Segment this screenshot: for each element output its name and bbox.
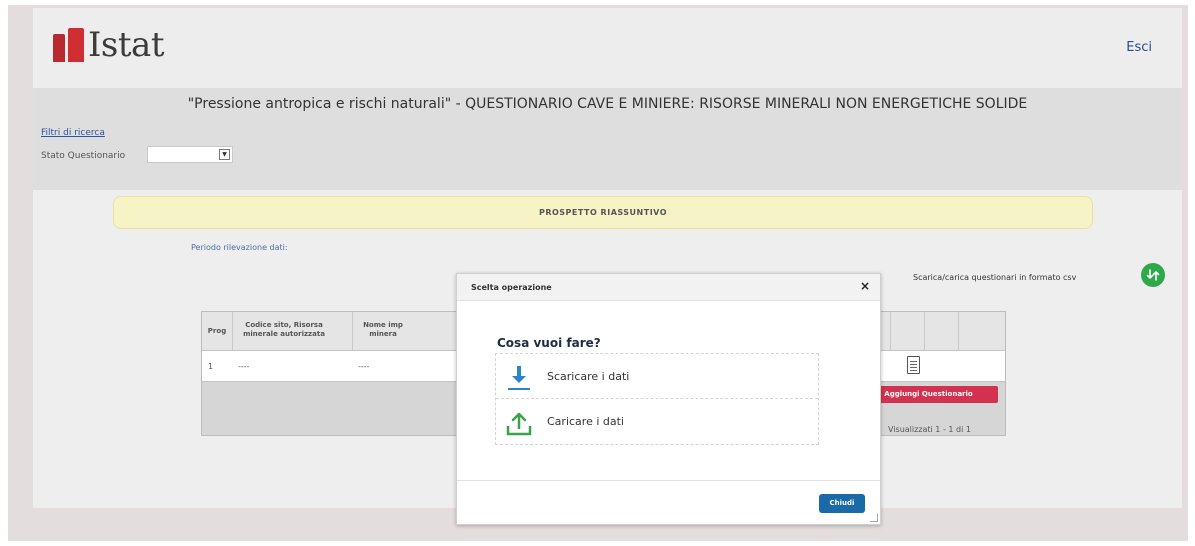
column-header-nome[interactable]: Nome imp minera bbox=[354, 321, 412, 339]
logout-link[interactable]: Esci bbox=[1126, 40, 1152, 55]
browser-frame: Istat Esci "Pressione antropica e rischi… bbox=[8, 5, 1188, 541]
close-button[interactable]: Chiudi bbox=[819, 494, 865, 513]
csv-label: Scarica/carica questionari in formato cs… bbox=[913, 273, 1077, 282]
cell-codice: ---- bbox=[238, 362, 250, 371]
csv-transfer-icon bbox=[1146, 269, 1160, 281]
operation-dialog: Scelta operazione × Cosa vuoi fare? Scar… bbox=[456, 273, 881, 525]
dialog-footer: Chiudi bbox=[457, 480, 880, 524]
istat-logo-mark-icon bbox=[53, 28, 84, 62]
download-option-label: Scaricare i dati bbox=[547, 370, 630, 383]
dialog-question: Cosa vuoi fare? bbox=[497, 336, 601, 350]
column-header-codice[interactable]: Codice sito, Risorsa minerale autorizzat… bbox=[234, 321, 334, 339]
cell-nome: ---- bbox=[358, 362, 370, 371]
resize-handle-icon[interactable] bbox=[870, 514, 878, 522]
cell-prog: 1 bbox=[208, 362, 214, 371]
download-arrow-icon bbox=[508, 366, 530, 390]
page-title: "Pressione antropica e rischi naturali" … bbox=[187, 96, 1028, 112]
upload-arrow-icon bbox=[506, 412, 532, 436]
pager-info: Visualizzati 1 - 1 di 1 bbox=[888, 425, 971, 434]
search-filters-link[interactable]: Filtri di ricerca bbox=[41, 128, 105, 138]
dialog-header[interactable]: Scelta operazione × bbox=[457, 274, 880, 301]
title-bar: "Pressione antropica e rischi naturali" … bbox=[33, 88, 1182, 190]
dialog-title: Scelta operazione bbox=[471, 283, 552, 292]
page: Istat Esci "Pressione antropica e rischi… bbox=[33, 8, 1182, 525]
upload-option[interactable]: Caricare i dati bbox=[496, 399, 818, 444]
close-icon[interactable]: × bbox=[860, 279, 870, 293]
header: Istat Esci bbox=[33, 8, 1182, 88]
download-option[interactable]: Scaricare i dati bbox=[496, 354, 818, 399]
dropdown-arrow-icon[interactable]: ▼ bbox=[219, 149, 230, 160]
logo-text: Istat bbox=[88, 25, 164, 65]
period-label: Periodo rilevazione dati: bbox=[191, 243, 288, 252]
summary-banner: PROSPETTO RIASSUNTIVO bbox=[113, 196, 1093, 229]
istat-logo[interactable]: Istat bbox=[53, 25, 164, 65]
operation-options: Scaricare i dati Caricare i dati bbox=[495, 353, 819, 445]
status-filter-label: Stato Questionario bbox=[41, 151, 126, 161]
csv-transfer-button[interactable] bbox=[1141, 263, 1165, 287]
column-header-prog[interactable]: Prog bbox=[206, 327, 228, 336]
summary-banner-label: PROSPETTO RIASSUNTIVO bbox=[538, 208, 668, 217]
upload-option-label: Caricare i dati bbox=[547, 415, 624, 428]
status-filter-select[interactable]: ▼ bbox=[147, 146, 233, 163]
document-icon[interactable] bbox=[907, 356, 920, 374]
